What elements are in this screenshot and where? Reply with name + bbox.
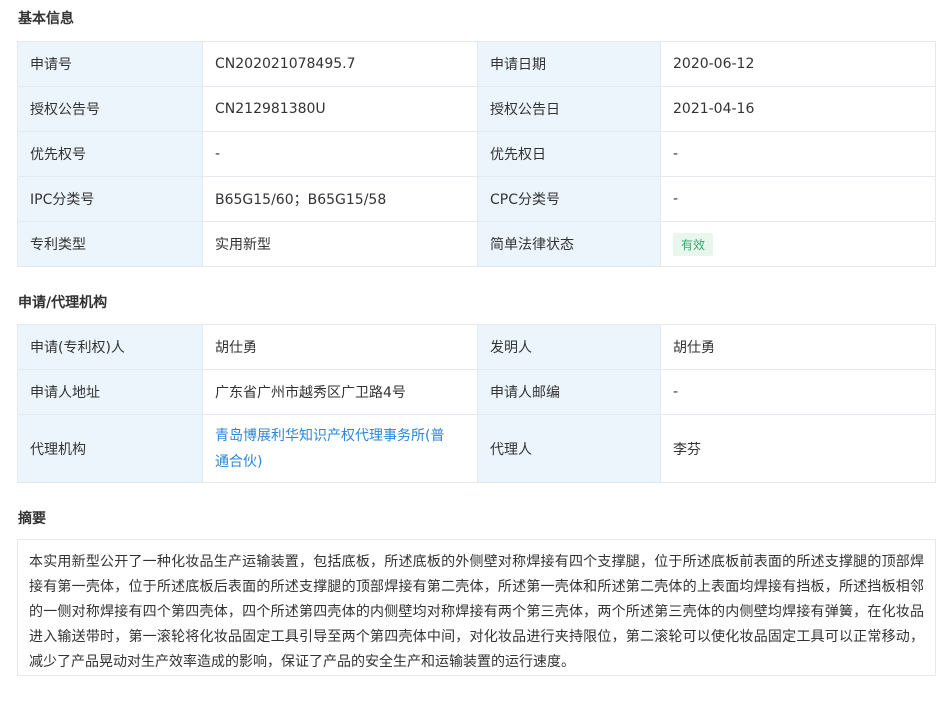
- applicant-label: 申请(专利权)人: [17, 324, 203, 370]
- table-row: IPC分类号 B65G15/60；B65G15/58 CPC分类号 -: [17, 176, 936, 222]
- applicant-postcode-value: -: [660, 369, 936, 415]
- grant-number-label: 授权公告号: [17, 86, 203, 132]
- patent-type-label: 专利类型: [17, 221, 203, 267]
- application-number-label: 申请号: [17, 41, 203, 87]
- table-row: 申请号 CN202021078495.7 申请日期 2020-06-12: [17, 41, 936, 87]
- priority-number-value: -: [202, 131, 478, 177]
- abstract-text: 本实用新型公开了一种化妆品生产运输装置，包括底板，所述底板的外侧壁对称焊接有四个…: [17, 539, 936, 676]
- status-badge: 有效: [673, 232, 714, 256]
- inventor-label: 发明人: [477, 324, 661, 370]
- legal-status-label: 简单法律状态: [477, 221, 661, 267]
- application-date-value: 2020-06-12: [660, 41, 936, 87]
- table-row: 申请人地址 广东省广州市越秀区广卫路4号 申请人邮编 -: [17, 369, 936, 415]
- table-row: 专利类型 实用新型 简单法律状态 有效: [17, 221, 936, 267]
- table-row: 优先权号 - 优先权日 -: [17, 131, 936, 177]
- applicant-value: 胡仕勇: [202, 324, 478, 370]
- agent-value: 李芬: [660, 414, 936, 483]
- table-row: 授权公告号 CN212981380U 授权公告日 2021-04-16: [17, 86, 936, 132]
- grant-date-value: 2021-04-16: [660, 86, 936, 132]
- agency-value-cell: 青岛博展利华知识产权代理事务所(普 通合伙): [202, 414, 478, 483]
- basic-info-table: 申请号 CN202021078495.7 申请日期 2020-06-12 授权公…: [17, 41, 936, 267]
- grant-date-label: 授权公告日: [477, 86, 661, 132]
- applicant-postcode-label: 申请人邮编: [477, 369, 661, 415]
- patent-type-value: 实用新型: [202, 221, 478, 267]
- agency-title: 申请/代理机构: [18, 295, 108, 311]
- priority-number-label: 优先权号: [17, 131, 203, 177]
- ipc-label: IPC分类号: [17, 176, 203, 222]
- abstract-title: 摘要: [18, 511, 46, 527]
- agency-link-line2: 通合伙): [215, 453, 263, 470]
- application-date-label: 申请日期: [477, 41, 661, 87]
- applicant-address-label: 申请人地址: [17, 369, 203, 415]
- basic-info-title: 基本信息: [18, 11, 74, 27]
- applicant-address-value: 广东省广州市越秀区广卫路4号: [202, 369, 478, 415]
- priority-date-value: -: [660, 131, 936, 177]
- agency-link-line1: 青岛博展利华知识产权代理事务所(普: [215, 427, 445, 444]
- legal-status-cell: 有效: [660, 221, 936, 267]
- agency-table: 申请(专利权)人 胡仕勇 发明人 胡仕勇 申请人地址 广东省广州市越秀区广卫路4…: [17, 324, 936, 483]
- table-row: 申请(专利权)人 胡仕勇 发明人 胡仕勇: [17, 324, 936, 370]
- agency-label: 代理机构: [17, 414, 203, 483]
- agent-label: 代理人: [477, 414, 661, 483]
- cpc-label: CPC分类号: [477, 176, 661, 222]
- agency-link[interactable]: 青岛博展利华知识产权代理事务所(普 通合伙): [215, 423, 465, 475]
- inventor-value: 胡仕勇: [660, 324, 936, 370]
- cpc-value: -: [660, 176, 936, 222]
- application-number-value: CN202021078495.7: [202, 41, 478, 87]
- ipc-value: B65G15/60；B65G15/58: [202, 176, 478, 222]
- table-row: 代理机构 青岛博展利华知识产权代理事务所(普 通合伙) 代理人 李芬: [17, 414, 936, 483]
- grant-number-value: CN212981380U: [202, 86, 478, 132]
- priority-date-label: 优先权日: [477, 131, 661, 177]
